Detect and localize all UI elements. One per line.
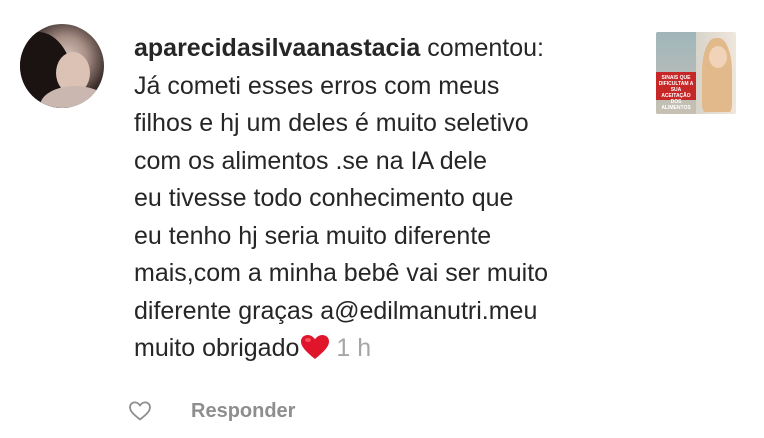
red-heart-emoji-icon [301, 335, 330, 359]
avatar[interactable] [20, 24, 104, 108]
comment-line: eu tenho hj seria muito diferente [134, 221, 492, 250]
comment-line: filhos e hj um deles é muito seletivo [134, 109, 529, 137]
comment-line: Já cometi esses erros com meus [134, 71, 500, 100]
comment-actions: Responder [128, 396, 295, 426]
comment-line: eu tivesse todo conhecimento que [134, 184, 514, 212]
thumbnail-face [709, 46, 727, 68]
comment-header: aparecidasilvaanastacia comentou: [134, 30, 634, 68]
comment-line: mais,com a minha bebê vai ser muito [134, 259, 549, 287]
comment-line: com os alimentos .se na IA dele [134, 146, 487, 175]
comment-line: muito obrigado [134, 334, 300, 362]
comment-line: diferente graças a@edilmanutri.meu [134, 296, 538, 325]
thumbnail-caption: SINAIS QUE DIFICULTAM A SUA ACEITAÇÃO DO… [656, 72, 696, 111]
username-link[interactable]: aparecidasilvaanastacia [134, 34, 420, 62]
comment-last-line: muito obrigado 1 h [134, 330, 634, 368]
post-thumbnail[interactable]: SINAIS QUE DIFICULTAM A SUA ACEITAÇÃO DO… [656, 32, 736, 114]
reply-button[interactable]: Responder [191, 400, 295, 423]
comment-action: comentou: [427, 34, 545, 62]
heart-outline-icon[interactable] [128, 399, 152, 423]
comment-body: aparecidasilvaanastacia comentou: Já com… [134, 30, 634, 368]
comment-timestamp: 1 h [336, 334, 372, 362]
